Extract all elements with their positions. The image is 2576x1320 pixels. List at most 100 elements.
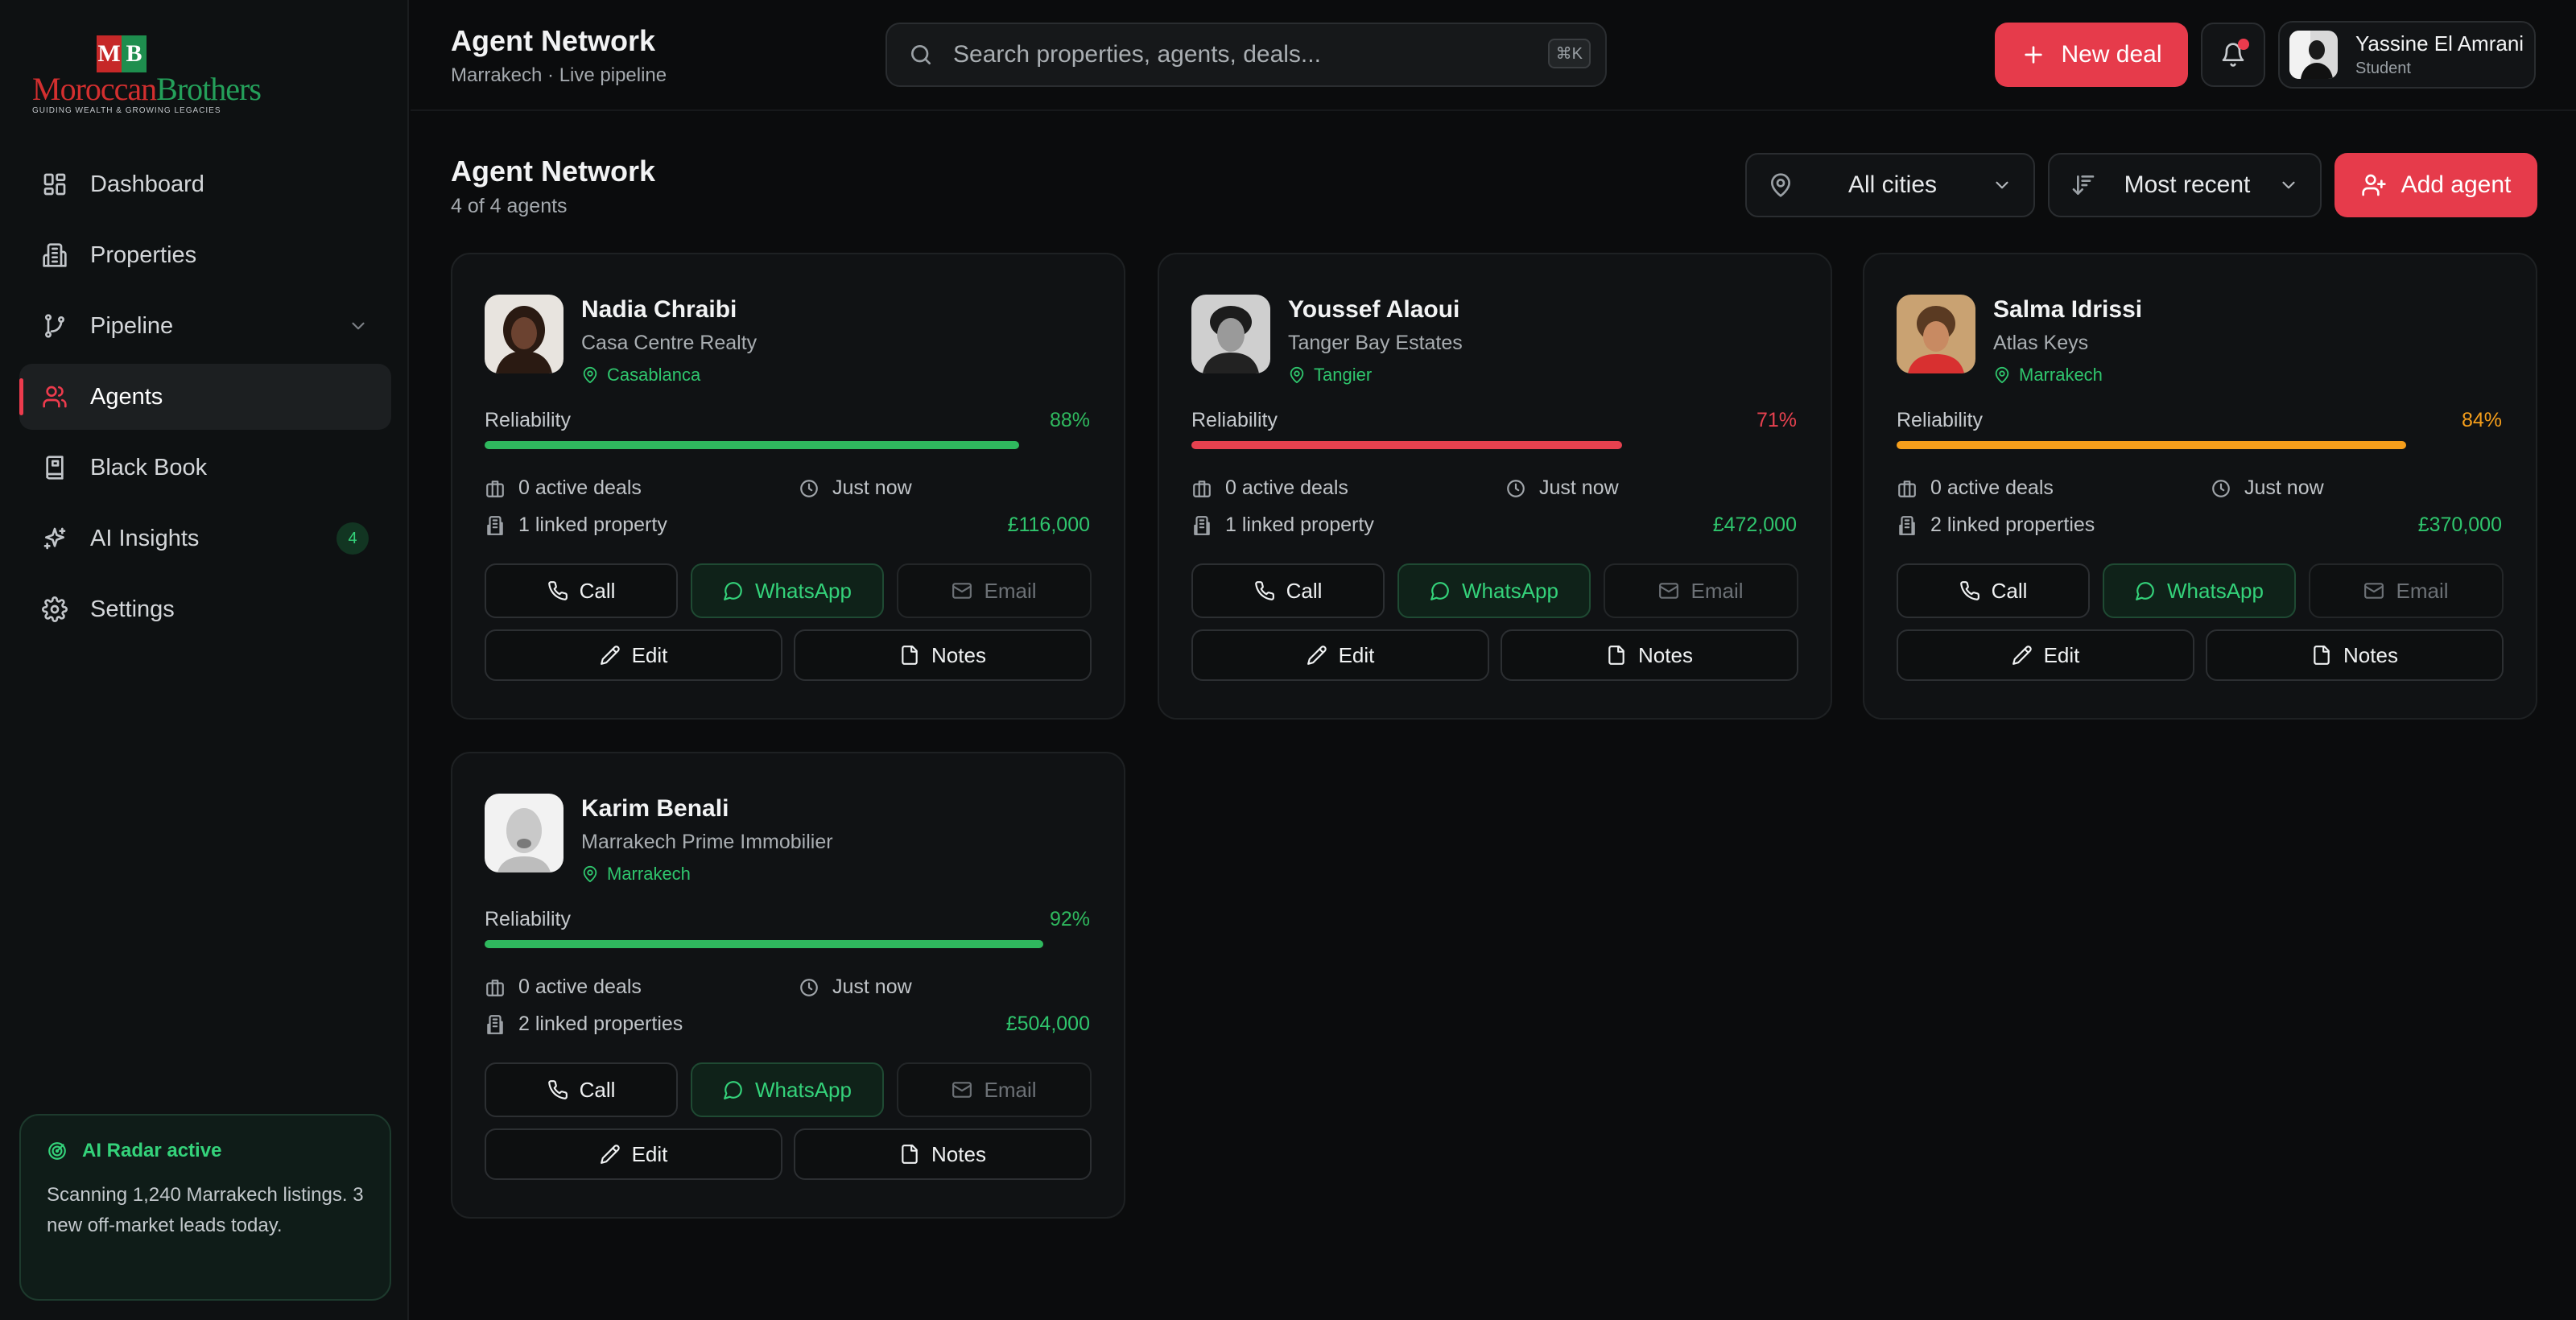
agent-avatar[interactable] xyxy=(485,794,564,872)
edit-label: Edit xyxy=(2043,642,2080,667)
whatsapp-button[interactable]: WhatsApp xyxy=(691,1062,884,1117)
users-icon xyxy=(43,386,67,408)
phone-icon xyxy=(547,581,568,600)
add-agent-button[interactable]: Add agent xyxy=(2334,153,2537,217)
edit-button[interactable]: Edit xyxy=(1191,629,1489,681)
call-button[interactable]: Call xyxy=(1897,563,2090,618)
sidebar-item-settings[interactable]: Settings xyxy=(19,576,391,642)
search-bar[interactable]: ⌘K xyxy=(886,23,1607,87)
avatar xyxy=(2289,31,2338,79)
map-pin-icon xyxy=(1771,173,1790,197)
search-icon xyxy=(911,45,931,64)
notifications-button[interactable] xyxy=(2201,23,2265,87)
sidebar-item-properties[interactable]: Properties xyxy=(19,222,391,288)
building-icon xyxy=(1194,515,1210,535)
portfolio-value: £116,000 xyxy=(1007,514,1090,536)
message-circle-icon xyxy=(1430,582,1449,600)
page-title: Agent Network xyxy=(451,155,656,188)
sort-select[interactable]: Most recent xyxy=(2048,153,2322,217)
sidebar-item-black-book[interactable]: Black Book xyxy=(19,435,391,501)
notes-button[interactable]: Notes xyxy=(794,1128,1092,1180)
mail-icon xyxy=(1659,583,1679,599)
notes-button[interactable]: Notes xyxy=(794,629,1092,681)
edit-button[interactable]: Edit xyxy=(485,629,782,681)
reliability-label: Reliability xyxy=(485,409,571,431)
agent-city-label: Casablanca xyxy=(607,365,701,385)
agent-avatar[interactable] xyxy=(1897,295,1975,373)
file-icon xyxy=(902,1145,918,1164)
agent-header: Nadia Chraibi Casa Centre Realty Casabla… xyxy=(485,295,757,386)
email-button[interactable]: Email xyxy=(1604,563,1798,618)
logo-letter-b: B xyxy=(122,35,147,72)
email-button[interactable]: Email xyxy=(897,563,1092,618)
whatsapp-button[interactable]: WhatsApp xyxy=(1397,563,1591,618)
reliability-label: Reliability xyxy=(1191,409,1278,431)
new-deal-button[interactable]: New deal xyxy=(1995,23,2188,87)
portfolio-value: £472,000 xyxy=(1712,514,1797,536)
call-label: Call xyxy=(579,1077,616,1102)
edit-label: Edit xyxy=(631,1141,668,1166)
clock-icon xyxy=(800,978,818,996)
grid-icon xyxy=(43,173,66,196)
agent-card[interactable]: Salma Idrissi Atlas Keys Marrakech Relia… xyxy=(1863,253,2537,720)
user-menu[interactable]: Yassine El Amrani Student xyxy=(2278,21,2536,89)
edit-button[interactable]: Edit xyxy=(1897,629,2194,681)
ai-radar-panel[interactable]: AI Radar active Scanning 1,240 Marrakech… xyxy=(19,1114,391,1301)
call-button[interactable]: Call xyxy=(1191,563,1385,618)
agent-city: Casablanca xyxy=(581,365,757,386)
email-button[interactable]: Email xyxy=(2309,563,2504,618)
whatsapp-button[interactable]: WhatsApp xyxy=(691,563,884,618)
agent-card[interactable]: Nadia Chraibi Casa Centre Realty Casabla… xyxy=(451,253,1125,720)
file-icon xyxy=(1608,646,1624,665)
whatsapp-label: WhatsApp xyxy=(1462,578,1558,603)
active-deals-stat: 0 active deals xyxy=(1191,476,1348,500)
agent-city-label: Tangier xyxy=(1314,365,1373,385)
map-pin-icon xyxy=(1995,366,2009,384)
agent-count: 4 of 4 agents xyxy=(451,195,568,217)
call-label: Call xyxy=(1286,578,1323,603)
gear-icon xyxy=(42,596,68,622)
sidebar-item-dashboard[interactable]: Dashboard xyxy=(19,151,391,217)
phone-icon xyxy=(1254,581,1274,600)
brand-logo[interactable]: M B MoroccanBrothers GUIDING WEALTH & GR… xyxy=(32,35,262,116)
reliability-bar-fill xyxy=(1191,441,1623,449)
search-input[interactable] xyxy=(953,41,1517,68)
agent-avatar[interactable] xyxy=(485,295,564,373)
sidebar: M B MoroccanBrothers GUIDING WEALTH & GR… xyxy=(0,0,409,1320)
email-label: Email xyxy=(984,1077,1037,1102)
active-deals-stat: 0 active deals xyxy=(1897,476,2054,500)
reliability-percent: 92% xyxy=(1049,908,1090,930)
notes-button[interactable]: Notes xyxy=(2206,629,2504,681)
pencil-icon xyxy=(1307,646,1327,665)
notes-button[interactable]: Notes xyxy=(1501,629,1798,681)
city-filter-select[interactable]: All cities xyxy=(1745,153,2035,217)
sidebar-item-label: Properties xyxy=(90,241,197,268)
last-seen-stat: Just now xyxy=(1505,476,1619,500)
reliability-bar xyxy=(1191,441,1798,449)
active-deals-text: 0 active deals xyxy=(518,476,642,499)
user-plus-icon xyxy=(2361,174,2386,196)
agent-card[interactable]: Karim Benali Marrakech Prime Immobilier … xyxy=(451,752,1125,1219)
topbar-subtitle: Marrakech · Live pipeline xyxy=(451,64,667,86)
edit-label: Edit xyxy=(631,642,668,667)
call-button[interactable]: Call xyxy=(485,1062,678,1117)
sidebar-item-pipeline[interactable]: Pipeline xyxy=(19,293,391,359)
active-deals-text: 0 active deals xyxy=(518,976,642,998)
call-button[interactable]: Call xyxy=(485,563,678,618)
pencil-icon xyxy=(600,1145,620,1164)
chevron-down-icon[interactable] xyxy=(348,316,369,336)
chevron-down-icon xyxy=(2282,181,2295,189)
sidebar-item-ai-insights[interactable]: AI Insights 4 xyxy=(19,505,391,571)
agent-avatar[interactable] xyxy=(1191,295,1270,373)
portfolio-value: £504,000 xyxy=(1005,1013,1090,1035)
agent-card[interactable]: Youssef Alaoui Tanger Bay Estates Tangie… xyxy=(1158,253,1832,720)
sidebar-item-agents[interactable]: Agents xyxy=(19,364,391,430)
whatsapp-button[interactable]: WhatsApp xyxy=(2103,563,2296,618)
sidebar-item-label: Dashboard xyxy=(90,171,204,197)
edit-button[interactable]: Edit xyxy=(485,1128,782,1180)
email-button[interactable]: Email xyxy=(897,1062,1092,1117)
ai-radar-title-text: AI Radar active xyxy=(82,1140,222,1161)
sidebar-item-label: Agents xyxy=(90,383,163,410)
topbar-title: Agent Network xyxy=(451,24,656,57)
topbar: Agent Network Marrakech · Live pipeline … xyxy=(411,0,2576,111)
